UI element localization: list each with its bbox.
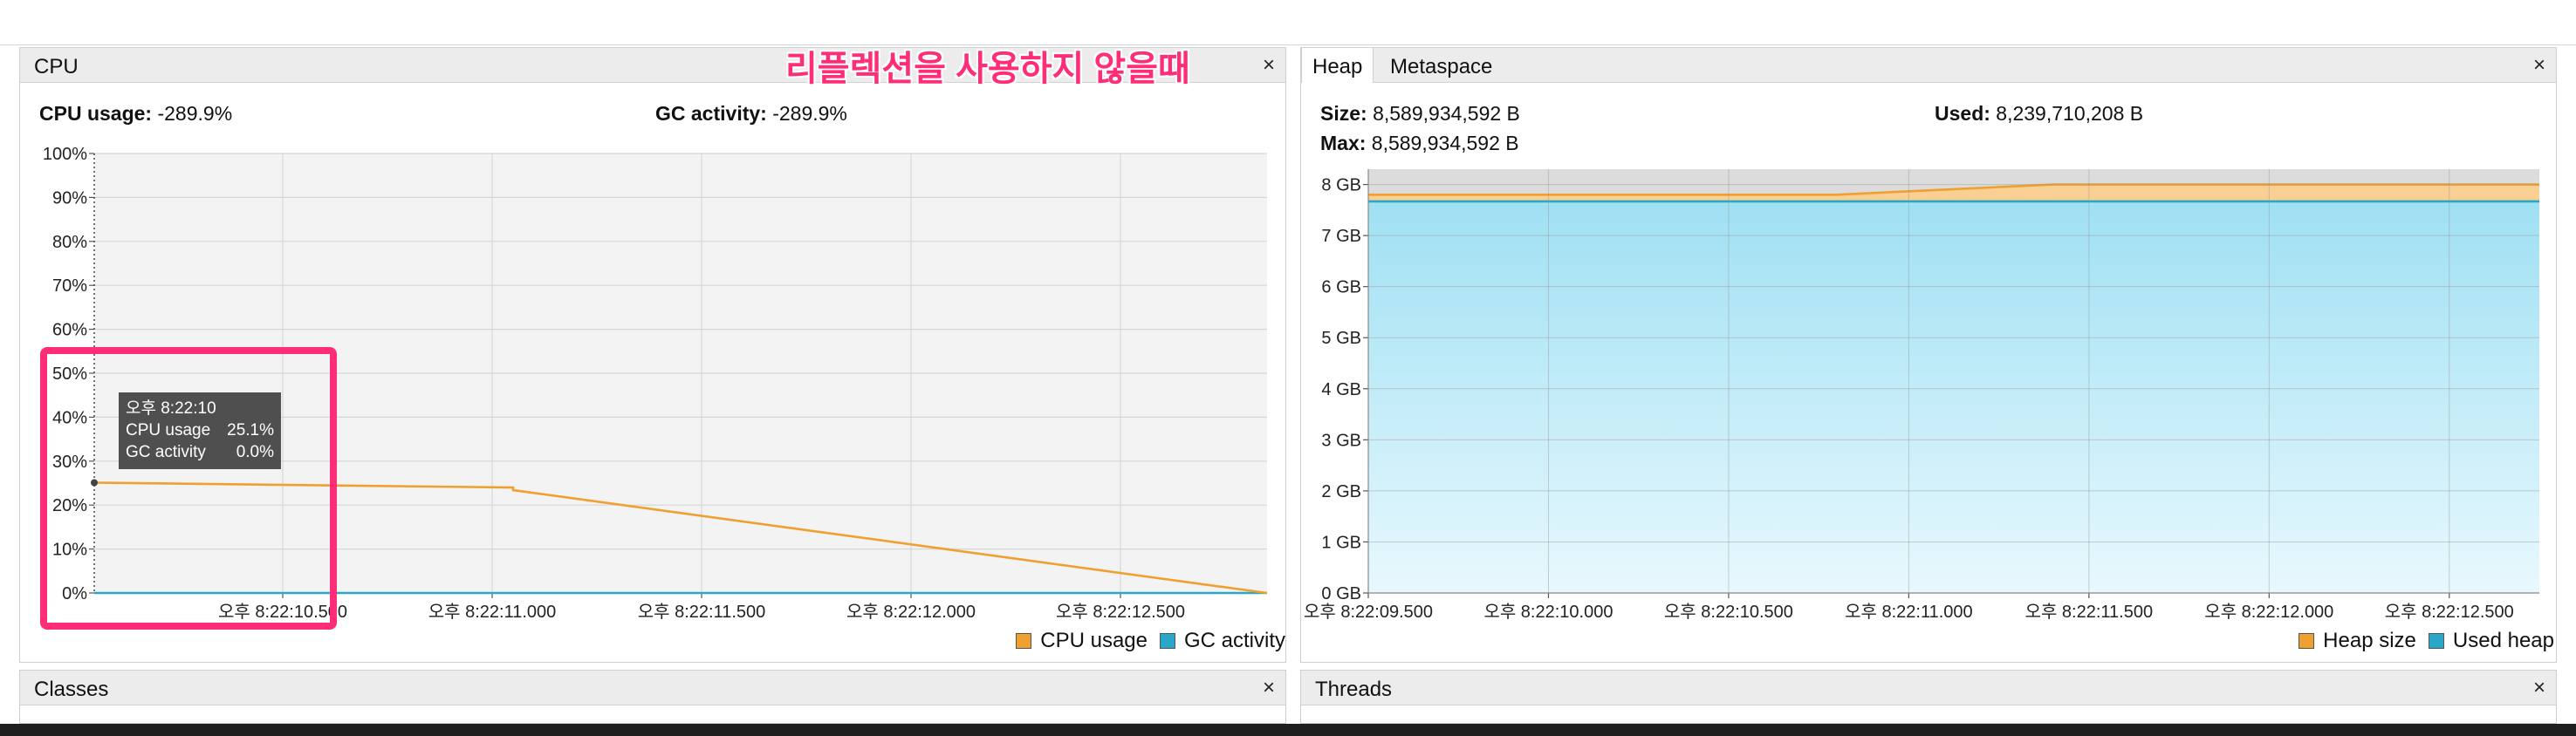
cpu-y-tick-label: 100% bbox=[43, 145, 87, 164]
cpu-usage-value: -289.9% bbox=[157, 102, 233, 125]
heap-y-tick-label: 2 GB bbox=[1321, 482, 1361, 501]
heap-legend-used-heap: Used heap bbox=[2452, 629, 2554, 652]
classes-panel-header: Classes × bbox=[20, 671, 1285, 705]
heap-y-tick-label: 3 GB bbox=[1321, 431, 1361, 450]
heap-panel-header: Heap Metaspace × bbox=[1301, 48, 2556, 83]
threads-panel-header: Threads × bbox=[1301, 671, 2556, 705]
threads-panel-title: Threads bbox=[1315, 678, 1393, 701]
heap-max-value: 8,589,934,592 B bbox=[1371, 132, 1519, 154]
heap-x-tick-label: 오후 8:22:12.500 bbox=[2385, 602, 2514, 622]
heap-chart: 0 GB 1 GB 2 GB 3 GB 4 GB 5 GB 6 GB 7 GB 8 GB 오후 8… bbox=[1304, 169, 2539, 622]
classes-panel-title: Classes bbox=[34, 678, 109, 701]
classes-panel: Classes × bbox=[19, 670, 1286, 724]
heap-x-tick-label: 오후 8:22:10.500 bbox=[1664, 602, 1793, 622]
gc-activity-stat: GC activity: -289.9% bbox=[655, 102, 847, 126]
cpu-y-tick-label: 90% bbox=[52, 188, 87, 208]
threads-panel: Threads × bbox=[1300, 670, 2557, 724]
cpu-usage-stat: CPU usage: -289.9% bbox=[39, 102, 232, 126]
heap-x-tick-label: 오후 8:22:10.000 bbox=[1483, 602, 1613, 622]
tab-metaspace[interactable]: Metaspace bbox=[1380, 48, 1503, 83]
heap-x-tick-label: 오후 8:22:11.500 bbox=[2025, 602, 2154, 622]
heap-x-tick-label: 오후 8:22:09.500 bbox=[1304, 602, 1433, 622]
heap-max-label: Max: bbox=[1320, 132, 1367, 154]
cpu-panel-title: CPU bbox=[34, 55, 79, 78]
heap-size-stat: Size: 8,589,934,592 B bbox=[1320, 102, 1520, 126]
cpu-x-tick-label: 오후 8:22:12.500 bbox=[1056, 602, 1185, 622]
used-heap-swatch bbox=[2428, 633, 2444, 649]
heap-y-tick-label: 7 GB bbox=[1321, 227, 1361, 246]
threads-close-icon[interactable]: × bbox=[2533, 676, 2545, 700]
highlight-box bbox=[40, 347, 337, 630]
classes-close-icon[interactable]: × bbox=[1263, 676, 1275, 700]
heap-y-tick-label: 5 GB bbox=[1321, 329, 1361, 348]
heap-size-label: Size: bbox=[1320, 102, 1367, 125]
tab-heap[interactable]: Heap bbox=[1301, 48, 1374, 83]
cpu-y-tick-label: 60% bbox=[52, 321, 87, 340]
heap-used-label: Used: bbox=[1935, 102, 1990, 125]
cpu-usage-label: CPU usage: bbox=[39, 102, 153, 125]
cpu-close-icon[interactable]: × bbox=[1263, 53, 1275, 78]
heap-y-tick-label: 1 GB bbox=[1321, 533, 1361, 552]
heap-size-value: 8,589,934,592 B bbox=[1373, 102, 1520, 125]
heap-y-tick-label: 4 GB bbox=[1321, 380, 1361, 399]
cpu-x-tick-label: 오후 8:22:11.500 bbox=[638, 602, 766, 622]
heap-y-tick-label: 8 GB bbox=[1321, 176, 1361, 195]
heap-max-stat: Max: 8,589,934,592 B bbox=[1320, 132, 1519, 155]
heap-y-tick-label: 6 GB bbox=[1321, 278, 1361, 297]
gc-activity-value: -289.9% bbox=[772, 102, 847, 125]
used-heap-area bbox=[1368, 201, 2539, 593]
heap-legend: Heap size Used heap bbox=[2299, 629, 2554, 653]
heap-size-swatch bbox=[2299, 633, 2315, 649]
cpu-y-tick-label: 80% bbox=[52, 233, 87, 252]
cpu-x-tick-label: 오후 8:22:11.000 bbox=[428, 602, 557, 622]
app-window: CPU × CPU usage: -289.9% GC activity: -2… bbox=[0, 0, 2576, 736]
heap-legend-heap-size: Heap size bbox=[2323, 629, 2416, 652]
annotation-text: 리플렉션을 사용하지 않을때 bbox=[785, 50, 1190, 88]
heap-close-icon[interactable]: × bbox=[2533, 53, 2545, 78]
heap-y-tick-label: 0 GB bbox=[1321, 584, 1361, 603]
gc-activity-label: GC activity: bbox=[655, 102, 767, 125]
heap-used-stat: Used: 8,239,710,208 B bbox=[1935, 102, 2143, 126]
cpu-y-tick-label: 70% bbox=[52, 276, 87, 296]
heap-x-tick-label: 오후 8:22:11.000 bbox=[1845, 602, 1973, 622]
top-strip bbox=[0, 0, 2576, 45]
cpu-x-tick-label: 오후 8:22:12.000 bbox=[846, 602, 976, 622]
heap-x-tick-label: 오후 8:22:12.000 bbox=[2204, 602, 2333, 622]
bottom-edge bbox=[0, 724, 2576, 736]
heap-used-value: 8,239,710,208 B bbox=[1996, 102, 2144, 125]
